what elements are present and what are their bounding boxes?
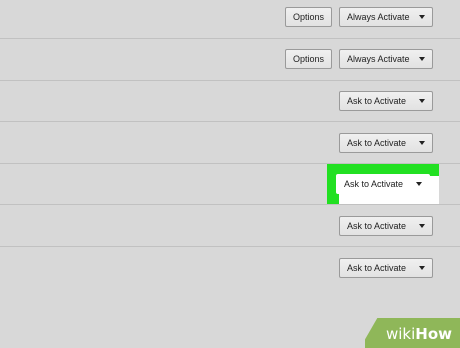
chevron-down-icon [419,266,425,270]
chevron-down-icon [419,15,425,19]
row-divider [0,80,460,81]
activation-dropdown-value: Ask to Activate [347,138,407,148]
chevron-down-icon [419,224,425,228]
options-button[interactable]: Options [285,7,332,27]
activation-dropdown-value: Ask to Activate [347,263,407,273]
wikihow-watermark: wikiHow [365,316,460,348]
chevron-down-icon [419,141,425,145]
chevron-down-icon [416,182,422,186]
chevron-down-icon [419,57,425,61]
watermark-logo-text: wikiHow [385,325,452,343]
activation-dropdown[interactable]: Ask to Activate [339,133,433,153]
activation-dropdown-value: Always Activate [347,54,410,64]
activation-dropdown-value: Always Activate [347,12,410,22]
activation-dropdown-highlighted[interactable]: Ask to Activate [336,174,430,194]
activation-dropdown[interactable]: Ask to Activate [339,216,433,236]
options-button-label: Options [292,12,325,22]
activation-dropdown-value: Ask to Activate [344,179,404,189]
activation-dropdown[interactable]: Ask to Activate [339,91,433,111]
activation-dropdown[interactable]: Ask to Activate [339,258,433,278]
row-divider [0,246,460,247]
activation-dropdown-value: Ask to Activate [347,221,407,231]
options-button[interactable]: Options [285,49,332,69]
chevron-down-icon [419,99,425,103]
activation-dropdown[interactable]: Always Activate [339,7,433,27]
activation-dropdown[interactable]: Always Activate [339,49,433,69]
options-button-label: Options [292,54,325,64]
row-divider [0,204,460,205]
row-divider [0,38,460,39]
row-divider [0,121,460,122]
activation-dropdown-value: Ask to Activate [347,96,407,106]
